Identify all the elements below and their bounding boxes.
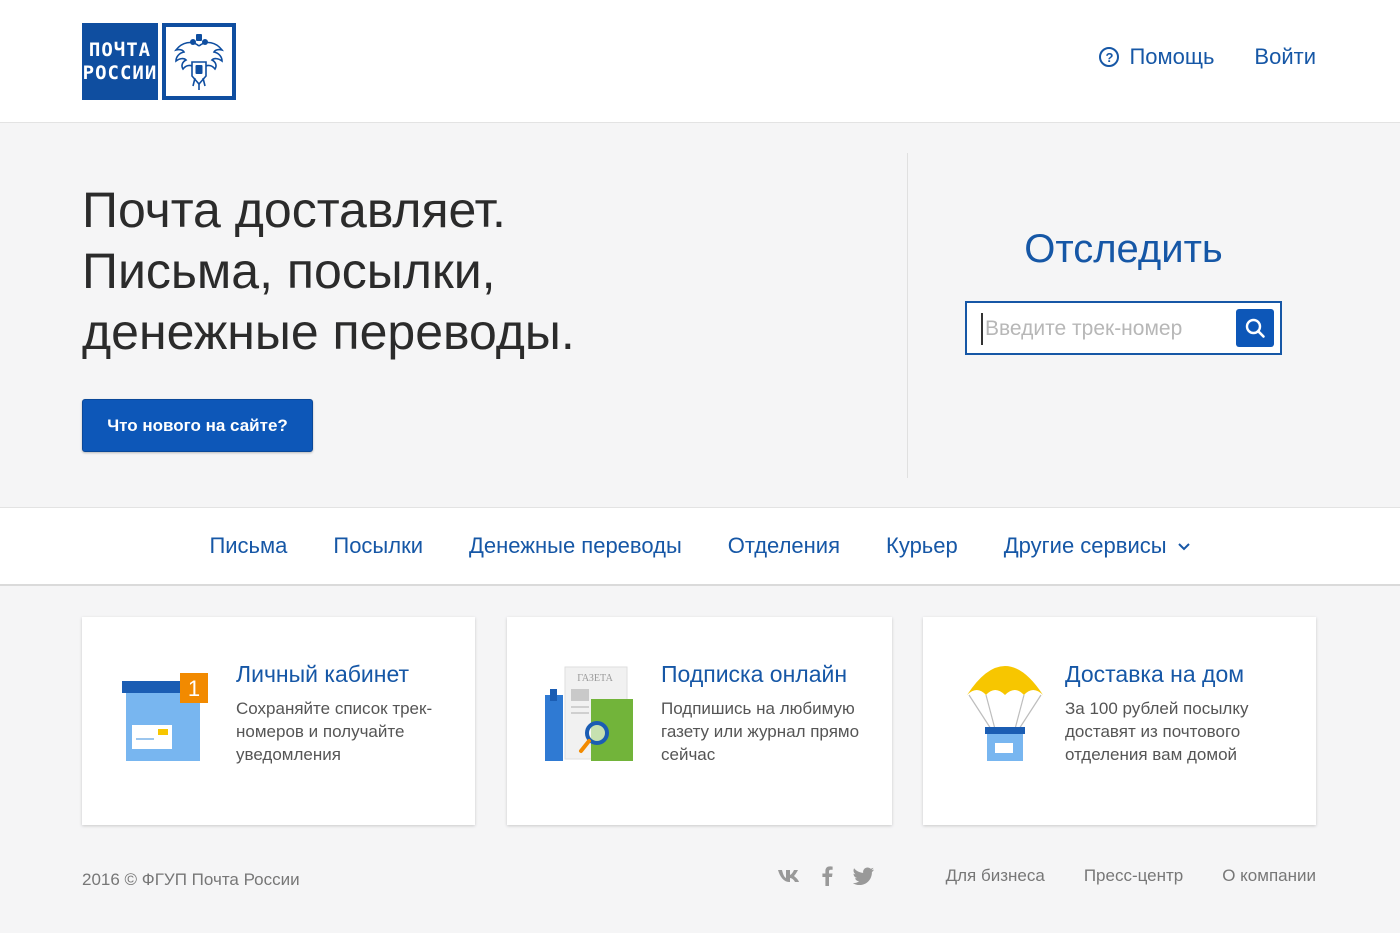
card-description: За 100 рублей посылку доставят из почтов…: [1065, 699, 1249, 764]
nav-item-other-services-label: Другие сервисы: [1003, 533, 1167, 558]
logo-line-1: ПОЧТА: [88, 38, 152, 61]
nav-item-other-services[interactable]: Другие сервисы: [1004, 533, 1191, 559]
track-search-button[interactable]: [1236, 309, 1274, 347]
search-icon: [1245, 318, 1265, 338]
nav-item-parcels[interactable]: Посылки: [333, 533, 423, 559]
nav-item-letters[interactable]: Письма: [209, 533, 287, 559]
nav-item-offices[interactable]: Отделения: [728, 533, 840, 559]
footer-link-business[interactable]: Для бизнеса: [946, 866, 1045, 886]
card-home-delivery[interactable]: Доставка на дом За 100 рублей посылку до…: [923, 617, 1316, 825]
logo-text: ПОЧТА РОССИИ: [82, 23, 158, 100]
hero-divider: [907, 153, 908, 478]
chevron-down-icon: [1177, 542, 1191, 551]
help-label: Помощь: [1129, 44, 1215, 69]
mailbox-icon: 1: [122, 673, 208, 761]
eagle-emblem-icon: [162, 23, 236, 100]
hero-title-line-2: Письма, посылки,: [82, 243, 496, 299]
footer-link-press-center[interactable]: Пресс-центр: [1084, 866, 1183, 886]
card-title: Подписка онлайн: [661, 661, 848, 687]
parachute-parcel-icon: [967, 666, 1043, 761]
social-links: [757, 866, 875, 886]
newspaper-icon: ГАЗЕТА: [545, 666, 633, 761]
card-title: Личный кабинет: [236, 661, 410, 687]
card-description: Сохраняйте список трек-номеров и получай…: [236, 699, 433, 764]
logo[interactable]: ПОЧТА РОССИИ: [82, 23, 236, 100]
track-title: Отследить: [1024, 227, 1223, 271]
card-subscription-online[interactable]: ГАЗЕТА Подписка онлайн Подпишись на люби…: [507, 617, 892, 825]
services-nav: Письма Посылки Денежные переводы Отделен…: [0, 508, 1400, 586]
hero-title-line-3: денежные переводы.: [82, 304, 575, 360]
track-number-input[interactable]: [981, 313, 1227, 345]
login-link[interactable]: Войти: [1254, 44, 1316, 70]
track-search-box: [965, 301, 1282, 355]
card-description: Подпишись на любимую газету или журнал п…: [661, 699, 860, 764]
twitter-icon[interactable]: [852, 867, 875, 885]
help-link[interactable]: ? Помощь: [1099, 44, 1214, 70]
card-title: Доставка на дом: [1065, 661, 1245, 687]
footer-link-about[interactable]: О компании: [1222, 866, 1316, 886]
hero-title: Почта доставляет. Письма, посылки, денеж…: [82, 180, 575, 363]
whats-new-button[interactable]: Что нового на сайте?: [82, 399, 313, 452]
hero-title-line-1: Почта доставляет.: [82, 182, 506, 238]
facebook-icon[interactable]: [821, 866, 833, 886]
nav-item-money-transfers[interactable]: Денежные переводы: [469, 533, 682, 559]
footer-links: Для бизнеса Пресс-центр О компании: [757, 866, 1316, 886]
nav-item-courier[interactable]: Курьер: [886, 533, 958, 559]
hero-section: Почта доставляет. Письма, посылки, денеж…: [0, 123, 1400, 508]
card-badge: 1: [188, 676, 200, 701]
header: ПОЧТА РОССИИ ? Помощь Войти: [0, 0, 1400, 123]
footer-copyright: 2016 © ФГУП Почта России: [82, 870, 300, 889]
newspaper-label: ГАЗЕТА: [577, 673, 613, 684]
logo-line-2: РОССИИ: [82, 61, 158, 84]
question-circle-icon: ?: [1099, 47, 1120, 67]
card-personal-account[interactable]: 1 Личный кабинет Сохраняйте список трек-…: [82, 617, 475, 825]
vk-icon[interactable]: [777, 868, 801, 884]
header-nav: ? Помощь Войти: [1099, 44, 1316, 70]
